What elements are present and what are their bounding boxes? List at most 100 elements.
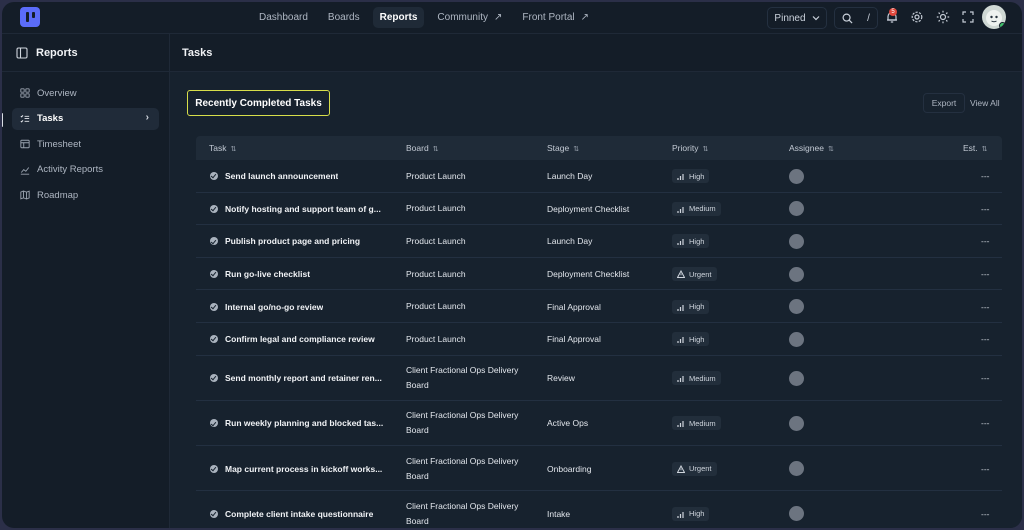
- column-header-board[interactable]: Board ⇅: [406, 143, 439, 153]
- task-name[interactable]: Notify hosting and support team of g...: [225, 204, 381, 214]
- sidebar-panel-icon[interactable]: [16, 46, 28, 59]
- assignee-avatar[interactable]: [789, 461, 804, 477]
- sidebar-item-tasks[interactable]: Tasks ›: [12, 107, 159, 130]
- table-row[interactable]: Internal go/no-go review Product Launch Fi…: [196, 290, 1002, 323]
- estimate-value: ---: [981, 334, 990, 345]
- timesheet-icon: [20, 139, 30, 149]
- priority-badge: Urgent: [672, 461, 717, 476]
- sort-icon: ⇅: [573, 146, 580, 153]
- fullscreen-icon[interactable]: [961, 10, 975, 24]
- assignee-avatar[interactable]: [789, 506, 804, 522]
- priority-badge: High: [672, 506, 710, 521]
- pinned-dropdown[interactable]: Pinned: [767, 7, 827, 29]
- priority-label: High: [689, 302, 705, 312]
- task-name[interactable]: Complete client intake questionnaire: [225, 509, 373, 519]
- table-row[interactable]: Map current process in kickoff works... C…: [196, 446, 1002, 492]
- settings-gear-icon[interactable]: [910, 10, 924, 24]
- sidebar-title: Reports: [36, 46, 78, 59]
- table-row[interactable]: Confirm legal and compliance review Produ…: [196, 323, 1002, 356]
- assignee-avatar[interactable]: [789, 233, 804, 249]
- priority-label: Medium: [689, 418, 716, 428]
- card-title: Recently Completed Tasks: [187, 90, 330, 116]
- estimate-value: ---: [981, 463, 990, 474]
- assignee-avatar[interactable]: [789, 266, 804, 282]
- task-name[interactable]: Send launch announcement: [225, 171, 338, 181]
- sidebar-item-overview[interactable]: Overview: [12, 82, 159, 104]
- online-status-dot: [999, 22, 1006, 29]
- board-name: Client Fractional Ops Delivery Board: [406, 455, 519, 481]
- column-header-est[interactable]: Est. ⇅: [963, 143, 988, 153]
- completed-check-icon: [210, 172, 218, 181]
- board-name: Client Fractional Ops Delivery Board: [406, 500, 519, 526]
- priority-badge: Medium: [672, 371, 721, 386]
- nav-item-community[interactable]: Community ↗: [430, 7, 509, 28]
- export-button[interactable]: Export: [923, 93, 965, 113]
- column-header-task[interactable]: Task ⇅: [209, 143, 236, 153]
- priority-badge: High: [672, 299, 710, 314]
- task-name[interactable]: Internal go/no-go review: [225, 302, 323, 312]
- assignee-avatar[interactable]: [789, 299, 804, 315]
- column-header-priority[interactable]: Priority ⇅: [672, 143, 708, 153]
- assignee-avatar[interactable]: [789, 331, 804, 347]
- app-logo-icon[interactable]: [20, 7, 40, 27]
- task-name[interactable]: Confirm legal and compliance review: [225, 334, 375, 344]
- sidebar-item-roadmap[interactable]: Roadmap: [12, 184, 159, 206]
- table-row[interactable]: Publish product page and pricing Product …: [196, 225, 1002, 258]
- board-name: Client Fractional Ops Delivery Board: [406, 365, 519, 391]
- list-check-icon: [20, 114, 30, 123]
- assignee-avatar[interactable]: [789, 415, 804, 431]
- sun-theme-icon[interactable]: [936, 10, 950, 24]
- table-row[interactable]: Run weekly planning and blocked tas... Cl…: [196, 401, 1002, 446]
- nav-item-front-portal[interactable]: Front Portal ↗: [515, 7, 596, 28]
- assignee-avatar[interactable]: [789, 168, 804, 184]
- stage-name: Onboarding: [547, 463, 592, 474]
- sort-icon: ⇅: [702, 146, 709, 153]
- table-row[interactable]: Complete client intake questionnaire Clie…: [196, 491, 1002, 528]
- warning-triangle-icon: [677, 464, 685, 473]
- assignee-avatar[interactable]: [789, 201, 804, 217]
- task-name[interactable]: Map current process in kickoff works...: [225, 464, 382, 474]
- sidebar-item-timesheet[interactable]: Timesheet: [12, 133, 159, 155]
- sidebar: Reports Overview Tasks › Timesheet Activity …: [2, 34, 170, 528]
- search-button[interactable]: /: [834, 7, 878, 29]
- priority-label: Urgent: [689, 269, 712, 279]
- completed-check-icon: [210, 204, 218, 213]
- priority-label: High: [689, 171, 705, 181]
- table-row[interactable]: Send launch announcement Product Launch La…: [196, 160, 1002, 193]
- column-header-label: Assignee: [789, 143, 824, 153]
- column-header-label: Priority: [672, 143, 699, 153]
- completed-check-icon: [210, 237, 218, 246]
- task-name[interactable]: Run go-live checklist: [225, 269, 310, 279]
- sidebar-items: Overview Tasks › Timesheet Activity Reports R…: [2, 72, 169, 206]
- column-header-assignee[interactable]: Assignee ⇅: [789, 143, 834, 153]
- table-row[interactable]: Run go-live checklist Product Launch Deplo…: [196, 258, 1002, 291]
- task-name[interactable]: Run weekly planning and blocked tas...: [225, 418, 383, 428]
- nav-item-label: Boards: [327, 12, 360, 23]
- assignee-avatar[interactable]: [789, 370, 804, 386]
- signal-bars-icon: [677, 304, 684, 311]
- nav-item-reports[interactable]: Reports: [372, 7, 425, 28]
- task-name[interactable]: Send monthly report and retainer ren...: [225, 373, 382, 383]
- completed-check-icon: [210, 302, 218, 311]
- column-header-label: Board: [406, 143, 429, 153]
- view-all-link[interactable]: View All: [970, 98, 1000, 108]
- nav-item-boards[interactable]: Boards: [321, 7, 367, 28]
- nav-item-dashboard[interactable]: Dashboard: [252, 7, 315, 28]
- priority-badge: Medium: [672, 416, 721, 431]
- stage-name: Launch Day: [547, 236, 593, 247]
- board-name: Product Launch: [406, 203, 466, 214]
- estimate-value: ---: [981, 373, 990, 384]
- column-header-stage[interactable]: Stage ⇅: [547, 143, 579, 153]
- user-avatar[interactable]: [982, 5, 1006, 29]
- grid-icon: [20, 88, 30, 98]
- table-row[interactable]: Send monthly report and retainer ren... C…: [196, 356, 1002, 401]
- sort-icon: ⇅: [432, 146, 439, 153]
- task-name[interactable]: Publish product page and pricing: [225, 236, 360, 246]
- sidebar-item-activity-reports[interactable]: Activity Reports: [12, 159, 159, 181]
- pinned-label: Pinned: [774, 12, 806, 24]
- table-row[interactable]: Notify hosting and support team of g... P…: [196, 193, 1002, 226]
- column-header-label: Stage: [547, 143, 570, 153]
- main-content: Tasks Recently Completed Tasks Export Vi…: [170, 34, 1022, 528]
- board-name: Product Launch: [406, 301, 466, 312]
- stage-name: Review: [547, 373, 575, 384]
